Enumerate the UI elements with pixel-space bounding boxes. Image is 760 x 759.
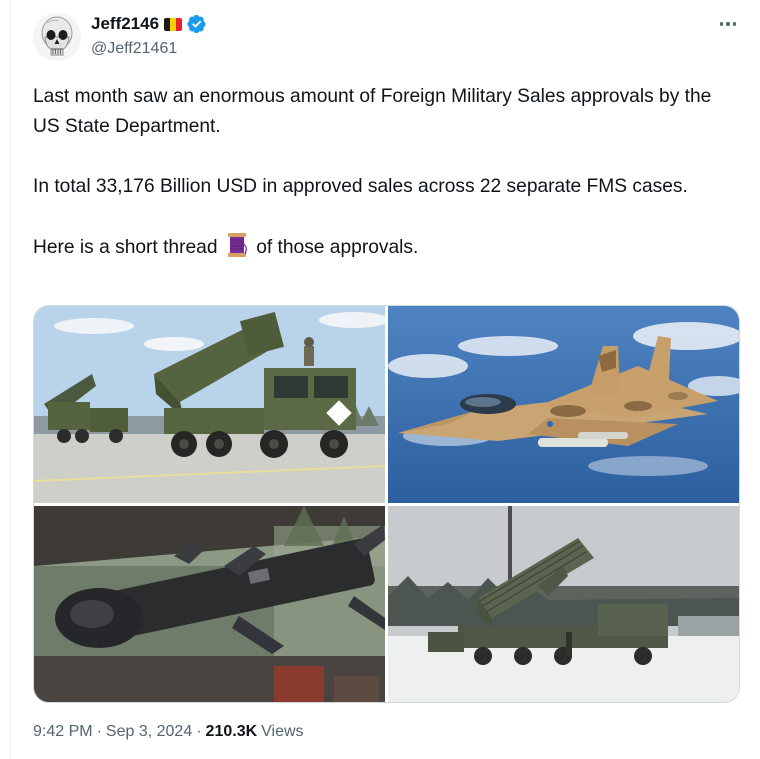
tweet-time[interactable]: 9:42 PM: [33, 723, 93, 741]
author-name-row[interactable]: Jeff2146: [91, 13, 207, 35]
views-count[interactable]: 210.3K: [206, 723, 258, 741]
flag-stripe-red: [176, 17, 183, 31]
thread-text-start: Here is a short thread: [33, 237, 218, 258]
tweet-metadata: 9:42 PM · Sep 3, 2024 · 210.3K Views: [33, 723, 304, 741]
more-dot: [719, 22, 724, 26]
user-handle[interactable]: @Jeff21461: [91, 40, 177, 58]
avatar[interactable]: [33, 13, 81, 61]
tweet[interactable]: Jeff2146 @Jeff21461 Last month saw an en…: [0, 0, 760, 759]
tweet-paragraph-1: Last month saw an enormous amount of For…: [33, 86, 712, 137]
rocket-launcher-trucks-image: [34, 306, 385, 503]
spool-of-thread-emoji: [227, 233, 247, 257]
meta-separator: ·: [196, 723, 202, 740]
more-dot: [726, 22, 730, 26]
thread-text-end: of those approvals.: [256, 237, 419, 258]
tweet-paragraph-3: Here is a short thread of those approval…: [33, 232, 743, 263]
verified-badge-icon[interactable]: [187, 14, 207, 34]
media-grid: [33, 305, 740, 703]
air-defense-launcher-image: [388, 506, 739, 702]
tweet-text: Last month saw an enormous amount of For…: [33, 82, 743, 263]
media-photo-fighter-jet[interactable]: [388, 306, 739, 503]
media-photo-rocket-launchers[interactable]: [34, 306, 385, 503]
fighter-jet-image: [388, 306, 739, 503]
skull-avatar-image: [33, 13, 81, 61]
display-name[interactable]: Jeff2146: [91, 14, 159, 34]
tweet-date[interactable]: Sep 3, 2024: [106, 723, 192, 741]
more-options-button[interactable]: [716, 14, 740, 34]
views-label: Views: [261, 723, 304, 740]
more-dot: [732, 22, 737, 26]
belgium-flag-emoji: [164, 17, 183, 31]
media-photo-missile[interactable]: [34, 506, 385, 702]
meta-separator: ·: [96, 723, 102, 740]
missile-image: [34, 506, 385, 702]
tweet-paragraph-2: In total 33,176 Billion USD in approved …: [33, 176, 688, 197]
media-photo-air-defense[interactable]: [388, 506, 739, 702]
